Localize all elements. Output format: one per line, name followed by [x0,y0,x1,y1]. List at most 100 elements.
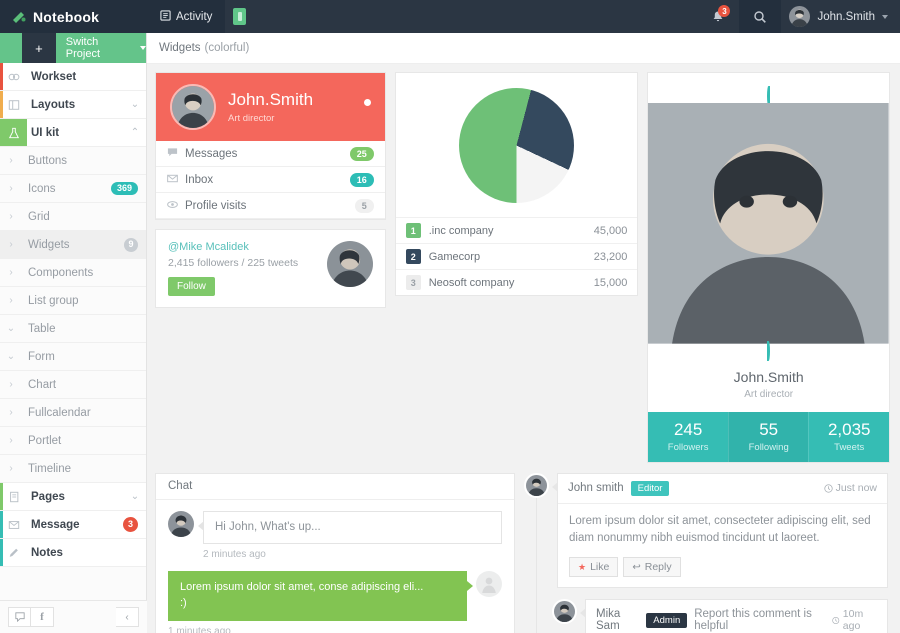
profile-stat-value: 16 [349,172,374,187]
page-title: Widgets [159,42,201,54]
sidebar-item-form[interactable]: ⌄ Form [0,343,146,371]
nav-activity-label: Activity [176,10,213,23]
sidebar-item-label: Table [28,322,56,335]
collapse-sidebar-button[interactable]: ‹ [116,607,139,627]
legend-label: Gamecorp [428,250,481,263]
profile-stat-tweets[interactable]: 2,035 Tweets [808,411,889,462]
profile-stat-label: Inbox [185,173,214,186]
breadcrumb: Widgets (colorful) [147,33,900,64]
envelope-icon [167,173,178,187]
switch-project-button[interactable]: Switch Project [56,36,146,60]
sidebar-item-grid[interactable]: › Grid [0,203,146,231]
comment-icon[interactable] [8,607,31,627]
profile-stat-value: 55 [759,419,779,439]
comment-box: Mika Sam Admin Report this comment is help… [580,599,888,633]
legend-rank: 3 [405,275,421,290]
profile-stat-inbox[interactable]: Inbox 16 [156,167,385,193]
twitter-handle[interactable]: @Mike Mcalidek [168,241,319,253]
twitter-info: @Mike Mcalidek 2,415 followers / 225 twe… [168,241,319,296]
comments-list: John smith Editor Just now Lorem ipsum dolo… [524,472,888,633]
star-icon: ★ [578,561,587,572]
sidebar-item-chart[interactable]: › Chart [0,371,146,399]
comment-item: Mika Sam Admin Report this comment is help… [524,599,888,633]
add-project-button[interactable]: + [22,33,56,63]
sidebar-item-label: Chart [28,378,57,391]
pie-chart-legend: 1 .inc company 45,000 2 Gamecorp 23,200 3 Neoso… [395,217,638,295]
chat-bubble-incoming: Hi John, What's up... [198,510,502,544]
chevron-down-icon [140,46,146,50]
accent-bar [0,91,3,118]
app-root: Notebook Activity 3 John.Smith + Switch … [0,0,900,633]
sidebar-badge: 3 [123,517,138,532]
chat-bubble-outgoing: Lorem ipsum dolor sit amet, conse adipis… [168,570,473,621]
chevron-right-icon: › [9,267,13,278]
sidebar-item-label: Widgets [28,238,70,251]
sidebar-item-message[interactable]: Message 3 [0,511,146,539]
sidebar-item-notes[interactable]: Notes [0,539,146,567]
sidebar-item-label: Form [28,350,55,363]
sidebar-item-buttons[interactable]: › Buttons [0,147,146,175]
avatar [552,599,577,625]
profile-stat-messages[interactable]: Messages 25 [156,141,385,167]
nav-activity[interactable]: Activity [147,0,226,33]
comment-time: Just now [823,482,877,494]
profile-name: John.Smith [228,90,314,109]
widgets-row-1: John.Smith Art director Messages 25 Inbox 1… [147,64,900,463]
comment-time: 10m ago [832,608,877,632]
sidebar-item-portlet[interactable]: › Portlet [0,427,146,455]
profile-stat-label: Profile visits [185,199,247,212]
profile-stat-following[interactable]: 55 Following [727,411,809,462]
profile-card-red: John.Smith Art director Messages 25 Inbox 1… [155,72,386,220]
profile-stat-followers[interactable]: 245 Followers [648,412,728,462]
chevron-right-icon: › [9,155,13,166]
comment-body: Lorem ipsum dolor sit amet, consecteter … [558,504,887,588]
sidebar-item-icons[interactable]: › Icons 369 [0,175,146,203]
column-profile-red: John.Smith Art director Messages 25 Inbox 1… [155,72,386,463]
notifications-button[interactable]: 3 [697,0,739,33]
reply-button[interactable]: ↩ Reply [623,557,681,578]
sidebar-item-label: Buttons [28,154,67,167]
sidebar-item-ui-kit[interactable]: UI kit ⌃ [0,119,146,147]
pie-chart-area [395,73,638,217]
sidebar-item-table[interactable]: ⌄ Table [0,315,146,343]
profile-card-teal: John.Smith Art director 245 Followers 55 Fo… [647,72,890,463]
chevron-right-icon: › [9,211,13,222]
profile-stat-value: 2,035 [827,419,871,439]
sidebar-item-components[interactable]: › Components [0,259,146,287]
comment-author: John smith [568,482,624,495]
sidebar-item-label: Workset [31,70,77,83]
like-button[interactable]: ★ Like [569,557,619,578]
sidebar-item-layouts[interactable]: Layouts ⌄ [0,91,146,119]
sidebar-item-fullcalendar[interactable]: › Fullcalendar [0,399,146,427]
follow-button[interactable]: Follow [168,277,215,296]
sidebar-item-label: Pages [31,490,65,503]
chevron-right-icon: › [9,379,13,390]
accent-bar [0,511,3,538]
nav-green-badge[interactable] [225,0,254,33]
column-chat: Chat Hi John, What's up... 2 minutes ago… [155,472,515,633]
legend-row: 3 Neosoft company 15,000 [395,269,638,295]
sidebar-item-label: Timeline [28,462,72,475]
user-menu[interactable]: John.Smith [781,0,900,33]
chevron-right-icon: › [9,239,13,250]
uikit-icon [0,119,27,146]
layouts-icon [0,91,27,118]
comment-role-badge: Admin [646,612,688,628]
profile-stats: 245 Followers 55 Following 2,035 Tweets [648,411,889,462]
avatar [168,510,194,537]
sidebar-item-label: Message [31,518,80,531]
search-button[interactable] [739,0,782,33]
twitter-follow-card: @Mike Mcalidek 2,415 followers / 225 twe… [155,229,386,308]
brand-logo[interactable]: Notebook [0,0,147,33]
avatar-placeholder [476,570,502,597]
sidebar-item-widgets[interactable]: › Widgets 9 [0,231,146,259]
profile-text: John.Smith Art director [228,90,313,124]
sidebar-item-timeline[interactable]: › Timeline [0,455,146,483]
sidebar-item-list-group[interactable]: › List group [0,287,146,315]
facebook-icon[interactable]: f [31,607,54,627]
profile-stat-profile-visits[interactable]: Profile visits 5 [156,193,385,219]
profile-role: Art director [228,113,275,124]
accent-bar [0,483,3,510]
sidebar-item-pages[interactable]: Pages ⌄ [0,483,146,511]
sidebar-item-workset[interactable]: Workset [0,63,146,91]
